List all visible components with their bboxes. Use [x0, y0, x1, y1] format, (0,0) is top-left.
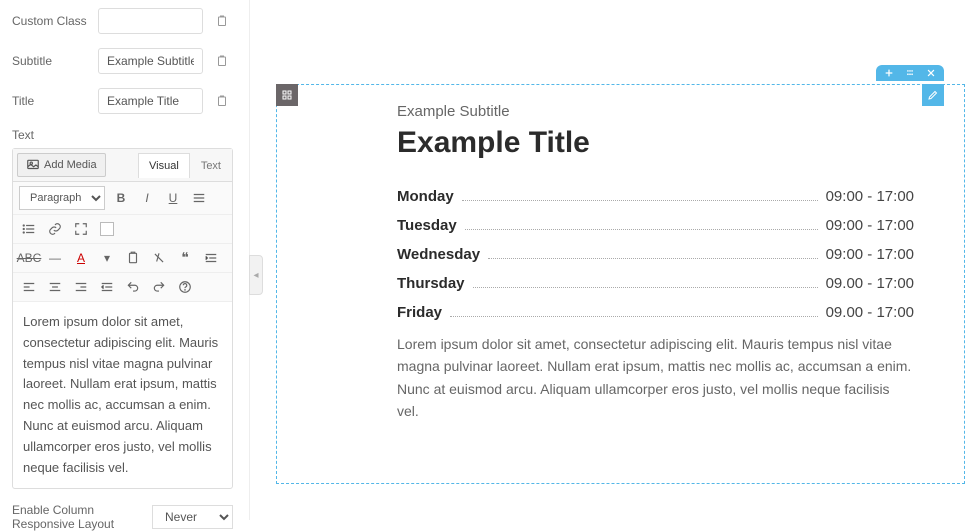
paste-button[interactable]: [123, 248, 143, 268]
day-hours: 09:00 - 17:00: [826, 188, 914, 205]
editor-toolbar-3: ABC — A ▾ ❝: [13, 244, 232, 273]
dotted-divider: [465, 229, 818, 230]
day-row: Wednesday 09:00 - 17:00: [397, 246, 914, 263]
text-field-label: Text: [12, 128, 233, 142]
day-hours: 09.00 - 17:00: [826, 304, 914, 321]
close-icon[interactable]: [926, 68, 936, 78]
day-hours: 09.00 - 17:00: [826, 275, 914, 292]
responsive-row: Enable Column Responsive Layout Never: [12, 503, 233, 531]
day-name: Monday: [397, 188, 454, 205]
editor-toolbar-1: Paragraph B I U: [13, 182, 232, 215]
day-row: Monday 09:00 - 17:00: [397, 188, 914, 205]
preview-title: Example Title: [397, 126, 914, 160]
align-center-button[interactable]: [45, 277, 65, 297]
day-row: Friday 09.00 - 17:00: [397, 304, 914, 321]
module-frame[interactable]: Example Subtitle Example Title Monday 09…: [276, 84, 965, 484]
redo-button[interactable]: [149, 277, 169, 297]
responsive-select[interactable]: Never: [152, 505, 233, 529]
undo-button[interactable]: [123, 277, 143, 297]
strike-button[interactable]: ABC: [19, 248, 39, 268]
settings-sidebar: Custom Class Subtitle Title Text: [0, 0, 250, 520]
day-hours: 09:00 - 17:00: [826, 217, 914, 234]
day-name: Thursday: [397, 275, 465, 292]
preview-content: Example Subtitle Example Title Monday 09…: [397, 103, 914, 423]
field-custom-class: Custom Class: [12, 8, 233, 34]
tab-visual[interactable]: Visual: [138, 153, 190, 178]
align-justify-button[interactable]: [189, 188, 209, 208]
edit-icon[interactable]: [922, 84, 944, 106]
preview-subtitle: Example Subtitle: [397, 103, 914, 120]
text-color-a-button[interactable]: A: [71, 248, 91, 268]
quote-button[interactable]: ❝: [175, 248, 195, 268]
editor-toolbar-2: [13, 215, 232, 244]
subtitle-input[interactable]: [98, 48, 203, 74]
preview-canvas: ◂ Example Subtitle Example Title Monday: [250, 0, 969, 520]
module-type-icon[interactable]: [276, 84, 298, 106]
align-left-button[interactable]: [19, 277, 39, 297]
title-label: Title: [12, 94, 90, 108]
title-input[interactable]: [98, 88, 203, 114]
clear-icon[interactable]: [211, 10, 233, 32]
add-media-button[interactable]: Add Media: [17, 153, 106, 177]
align-right-button[interactable]: [71, 277, 91, 297]
hr-button[interactable]: —: [45, 248, 65, 268]
responsive-label: Enable Column Responsive Layout: [12, 503, 152, 531]
clear-format-button[interactable]: [149, 248, 169, 268]
field-subtitle: Subtitle: [12, 48, 233, 74]
link-button[interactable]: [45, 219, 65, 239]
editor-tab-bar: Add Media Visual Text: [13, 149, 232, 182]
subtitle-label: Subtitle: [12, 54, 90, 68]
add-icon[interactable]: [884, 68, 894, 78]
dotted-divider: [473, 287, 818, 288]
hours-list: Monday 09:00 - 17:00 Tuesday 09:00 - 17:…: [397, 188, 914, 321]
dotted-divider: [450, 316, 818, 317]
custom-class-label: Custom Class: [12, 14, 90, 28]
fullscreen-button[interactable]: [71, 219, 91, 239]
day-hours: 09:00 - 17:00: [826, 246, 914, 263]
format-select[interactable]: Paragraph: [19, 186, 105, 210]
dotted-divider: [488, 258, 818, 259]
indent-button[interactable]: [201, 248, 221, 268]
day-name: Tuesday: [397, 217, 457, 234]
underline-button[interactable]: U: [163, 188, 183, 208]
list-button[interactable]: [19, 219, 39, 239]
day-row: Tuesday 09:00 - 17:00: [397, 217, 914, 234]
module-controls: [876, 65, 944, 81]
editor-content[interactable]: Lorem ipsum dolor sit amet, consectetur …: [13, 302, 232, 488]
clear-icon[interactable]: [211, 90, 233, 112]
add-media-label: Add Media: [44, 159, 97, 171]
dotted-divider: [462, 200, 818, 201]
field-title: Title: [12, 88, 233, 114]
preview-body: Lorem ipsum dolor sit amet, consectetur …: [397, 333, 914, 423]
text-color-button[interactable]: [97, 219, 117, 239]
caret-down-icon[interactable]: ▾: [97, 248, 117, 268]
drag-icon[interactable]: [904, 68, 916, 78]
outdent-button[interactable]: [97, 277, 117, 297]
editor-toolbar-4: [13, 273, 232, 302]
custom-class-input[interactable]: [98, 8, 203, 34]
help-button[interactable]: [175, 277, 195, 297]
tab-text[interactable]: Text: [190, 153, 232, 178]
collapse-sidebar-button[interactable]: ◂: [249, 255, 263, 295]
bold-button[interactable]: B: [111, 188, 131, 208]
day-name: Friday: [397, 304, 442, 321]
text-editor: Add Media Visual Text Paragraph B I U: [12, 148, 233, 489]
clear-icon[interactable]: [211, 50, 233, 72]
italic-button[interactable]: I: [137, 188, 157, 208]
day-row: Thursday 09.00 - 17:00: [397, 275, 914, 292]
day-name: Wednesday: [397, 246, 480, 263]
